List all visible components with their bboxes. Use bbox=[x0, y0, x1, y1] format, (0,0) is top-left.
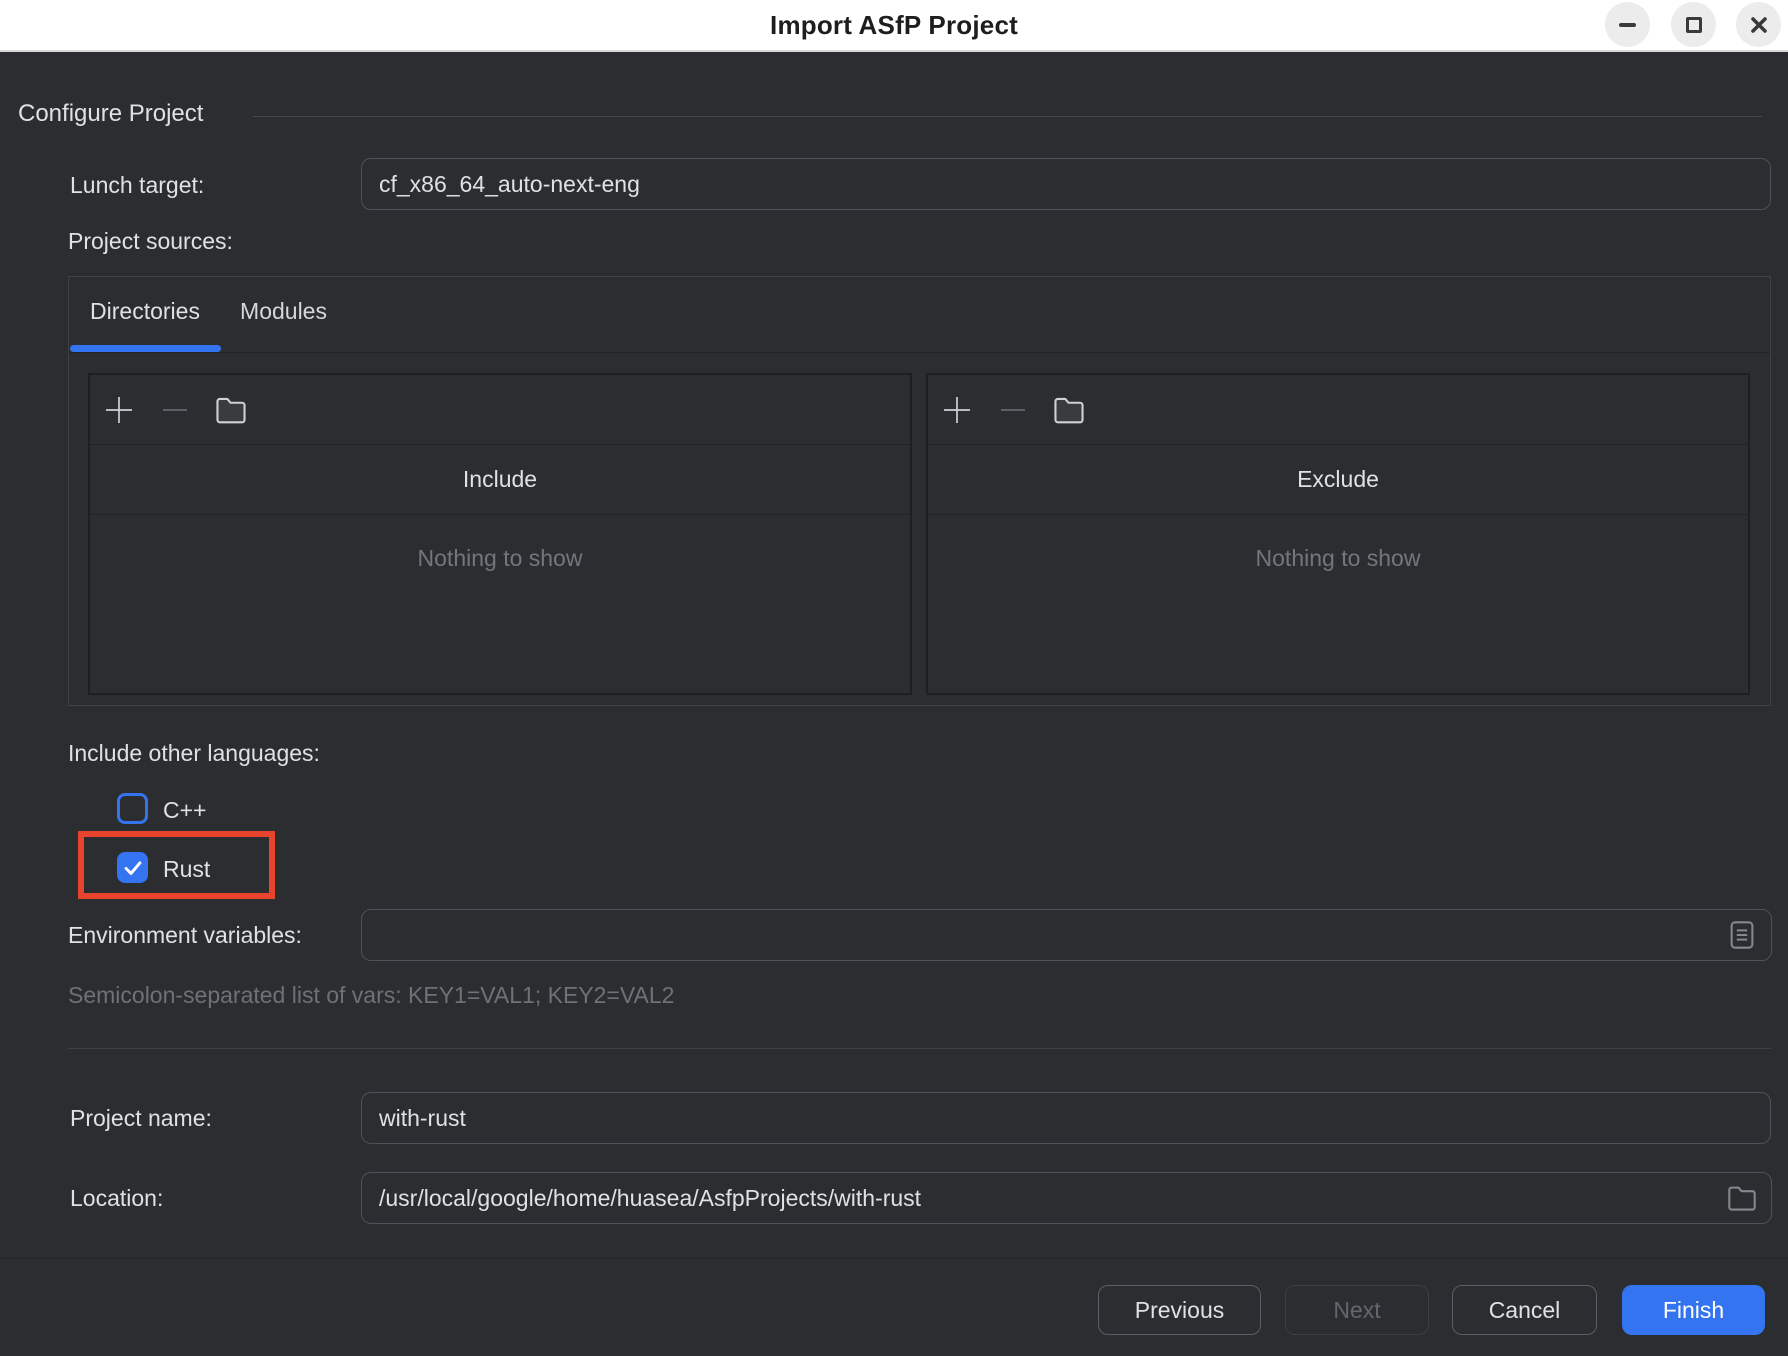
folder-icon bbox=[1053, 395, 1085, 425]
add-button[interactable] bbox=[102, 393, 136, 427]
folder-icon bbox=[215, 395, 247, 425]
exclude-header: Exclude bbox=[928, 445, 1748, 515]
content-divider bbox=[68, 1048, 1771, 1049]
add-folder-button[interactable] bbox=[214, 393, 248, 427]
plus-icon bbox=[942, 395, 972, 425]
tabs-separator bbox=[69, 352, 1770, 353]
project-sources-panel: Directories Modules bbox=[68, 276, 1771, 706]
tab-directories[interactable]: Directories bbox=[69, 277, 221, 346]
close-icon bbox=[1749, 15, 1769, 35]
exclude-toolbar bbox=[928, 375, 1748, 445]
minus-icon bbox=[160, 395, 190, 425]
add-folder-button[interactable] bbox=[1052, 393, 1086, 427]
section-title: Configure Project bbox=[18, 100, 203, 128]
maximize-icon bbox=[1686, 17, 1702, 33]
environment-variables-label: Environment variables: bbox=[68, 922, 302, 949]
titlebar: Import ASfP Project bbox=[0, 0, 1788, 52]
window-title: Import ASfP Project bbox=[0, 0, 1788, 50]
include-other-languages-label: Include other languages: bbox=[68, 740, 320, 767]
location-input[interactable] bbox=[361, 1172, 1772, 1224]
remove-button[interactable] bbox=[158, 393, 192, 427]
tab-modules[interactable]: Modules bbox=[221, 277, 346, 346]
checkmark-icon bbox=[122, 857, 144, 879]
close-button[interactable] bbox=[1736, 2, 1781, 47]
folder-icon bbox=[1727, 1184, 1757, 1212]
cpp-checkbox[interactable] bbox=[117, 793, 148, 824]
exclude-empty-text: Nothing to show bbox=[928, 545, 1748, 572]
include-header: Include bbox=[90, 445, 910, 515]
project-name-input[interactable] bbox=[361, 1092, 1771, 1144]
lunch-target-label: Lunch target: bbox=[70, 172, 204, 199]
exclude-panel: Exclude Nothing to show bbox=[926, 373, 1750, 695]
environment-variables-input[interactable] bbox=[361, 909, 1772, 961]
cancel-button[interactable]: Cancel bbox=[1452, 1285, 1597, 1335]
remove-button[interactable] bbox=[996, 393, 1030, 427]
include-toolbar bbox=[90, 375, 910, 445]
lunch-target-input[interactable] bbox=[361, 158, 1771, 210]
include-empty-text: Nothing to show bbox=[90, 545, 910, 572]
finish-button[interactable]: Finish bbox=[1622, 1285, 1765, 1335]
project-sources-label: Project sources: bbox=[68, 228, 233, 255]
browse-folder-button[interactable] bbox=[1722, 1178, 1762, 1218]
previous-button[interactable]: Previous bbox=[1098, 1285, 1261, 1335]
expand-editor-button[interactable] bbox=[1722, 915, 1762, 955]
active-tab-indicator bbox=[70, 345, 221, 352]
location-label: Location: bbox=[70, 1185, 163, 1212]
maximize-button[interactable] bbox=[1671, 2, 1716, 47]
next-button[interactable]: Next bbox=[1285, 1285, 1429, 1335]
include-panel: Include Nothing to show bbox=[88, 373, 912, 695]
minimize-icon bbox=[1619, 23, 1636, 27]
import-asfp-project-dialog: Import ASfP Project Configure Project Lu… bbox=[0, 0, 1788, 1356]
minimize-button[interactable] bbox=[1605, 2, 1650, 47]
rust-checkbox-label[interactable]: Rust bbox=[163, 856, 210, 883]
project-name-label: Project name: bbox=[70, 1105, 212, 1132]
rust-checkbox[interactable] bbox=[117, 852, 148, 883]
minus-icon bbox=[998, 395, 1028, 425]
cpp-checkbox-label[interactable]: C++ bbox=[163, 797, 206, 824]
footer-divider bbox=[0, 1258, 1788, 1259]
plus-icon bbox=[104, 395, 134, 425]
environment-variables-help: Semicolon-separated list of vars: KEY1=V… bbox=[68, 982, 674, 1009]
list-icon bbox=[1729, 920, 1755, 950]
section-divider bbox=[253, 116, 1762, 117]
add-button[interactable] bbox=[940, 393, 974, 427]
